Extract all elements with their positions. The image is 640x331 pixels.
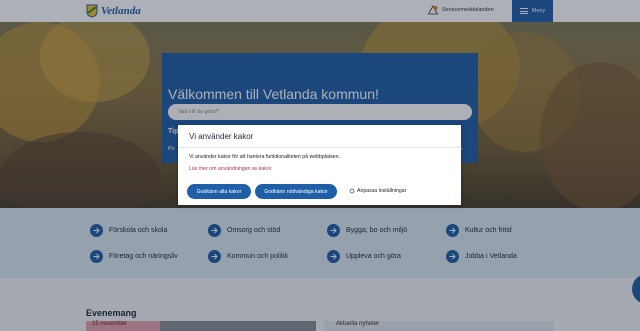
- accept-necessary-cookies-button[interactable]: Godkänn nödvändiga kakor: [255, 184, 337, 199]
- logo-text: Vetlanda: [101, 5, 141, 17]
- hero-title: Välkommen till Vetlanda kommun!: [168, 86, 379, 102]
- shortcut-uppleva[interactable]: Uppleva och göra: [327, 250, 401, 263]
- event-image[interactable]: [160, 321, 316, 331]
- cookie-info-link[interactable]: Läs mer om användningen av kakor: [189, 166, 271, 172]
- arrow-right-icon: [208, 250, 221, 263]
- cookie-dialog-title: Vi använder kakor: [189, 132, 254, 141]
- site-header: Vetlanda Servicemeddelanden Meny: [0, 0, 640, 22]
- shortcut-omsorg[interactable]: Omsorg och stöd: [208, 224, 280, 237]
- arrow-right-icon: [90, 224, 103, 237]
- arrow-right-icon: [327, 224, 340, 237]
- service-messages-label: Servicemeddelanden: [442, 7, 494, 13]
- shortcut-bygga[interactable]: Bygga, bo och miljö: [327, 224, 407, 237]
- side-help-button[interactable]: [632, 274, 640, 304]
- shortcut-label: Bygga, bo och miljö: [346, 227, 408, 234]
- search-input[interactable]: Vad vill du göra?: [168, 104, 472, 120]
- menu-button[interactable]: Meny: [512, 0, 553, 22]
- shortcut-label: Kommun och politik: [227, 253, 289, 260]
- service-messages-link[interactable]: Servicemeddelanden: [428, 5, 494, 15]
- cookie-dialog-body: Vi använder kakor för att hantera funkti…: [189, 154, 341, 160]
- arrow-right-icon: [208, 224, 221, 237]
- shortcut-kultur[interactable]: Kultur och fritid: [446, 224, 512, 237]
- cookie-dialog: Vi använder kakor Vi använder kakor för …: [178, 125, 461, 205]
- event-date-badge[interactable]: 15 november: [86, 321, 160, 331]
- arrow-right-icon: [446, 224, 459, 237]
- shortcut-label: Förskola och skola: [109, 227, 168, 234]
- settings-icon: [349, 188, 355, 194]
- shortcut-label: Företag och näringsliv: [109, 253, 178, 260]
- shortcut-foretag[interactable]: Företag och näringsliv: [90, 250, 178, 263]
- divider: [178, 147, 461, 148]
- shortcut-label: Omsorg och stöd: [227, 227, 281, 234]
- hero-tips-heading: Tip: [168, 128, 179, 135]
- arrow-right-icon: [327, 250, 340, 263]
- accept-all-cookies-button[interactable]: Godkänn alla kakor: [187, 184, 251, 199]
- hero-popular-text: Po: [168, 146, 175, 152]
- logo[interactable]: Vetlanda: [86, 3, 141, 19]
- shortcut-label: Kultur och fritid: [465, 227, 512, 234]
- shortcut-forskola[interactable]: Förskola och skola: [90, 224, 167, 237]
- shortcut-jobba[interactable]: Jobba i Vetlanda: [446, 250, 517, 263]
- shortcut-label: Uppleva och göra: [346, 253, 401, 260]
- customize-label: Anpassa inställningar: [357, 188, 407, 194]
- coat-of-arms-icon: [86, 4, 98, 18]
- menu-label: Meny: [531, 8, 546, 14]
- events-heading: Evenemang: [86, 308, 137, 318]
- shortcut-kommun[interactable]: Kommun och politik: [208, 250, 288, 263]
- arrow-right-icon: [90, 250, 103, 263]
- warning-icon: [428, 5, 438, 15]
- customize-settings-button[interactable]: Anpassa inställningar: [349, 188, 406, 194]
- news-card[interactable]: Aktuella nyheter: [324, 321, 554, 331]
- shortcut-label: Jobba i Vetlanda: [465, 253, 517, 260]
- arrow-right-icon: [446, 250, 459, 263]
- hamburger-icon: [519, 8, 528, 14]
- shortcut-band: [0, 208, 640, 278]
